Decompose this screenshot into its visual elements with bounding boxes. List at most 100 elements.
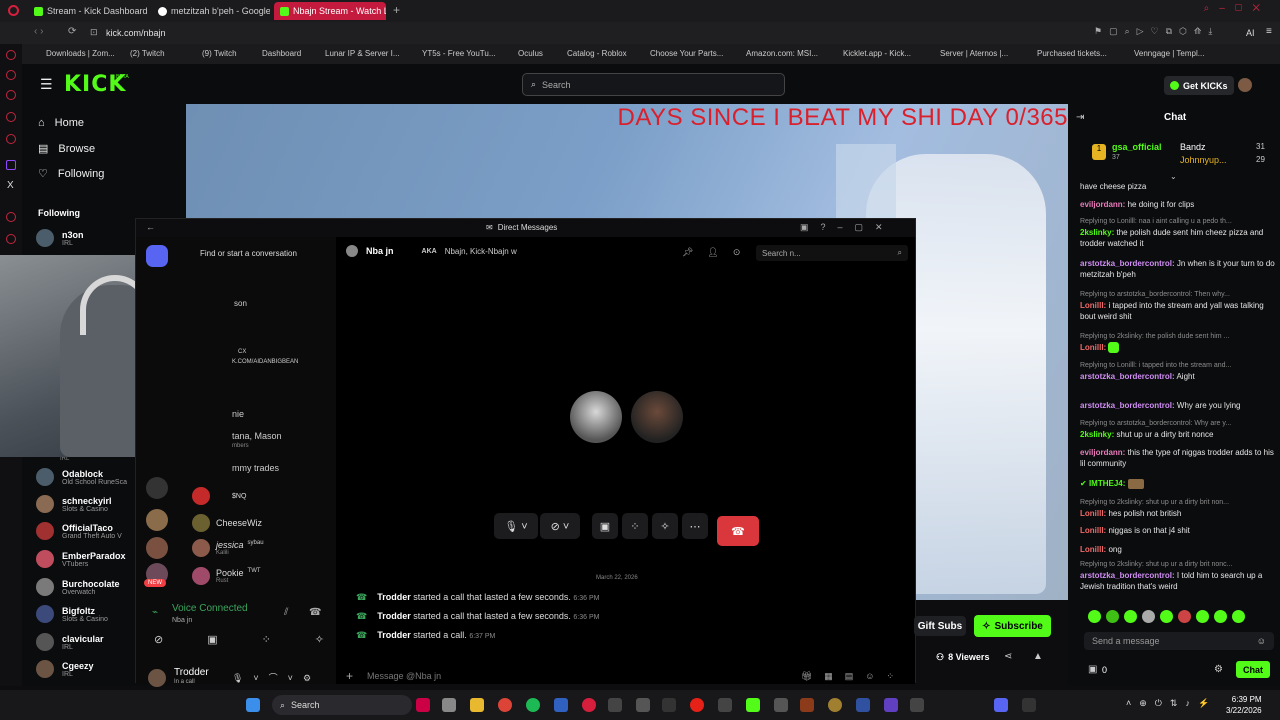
composer-icons[interactable]: 🎁︎▦▤☺⁘ <box>801 671 906 682</box>
following-item[interactable]: clavicular IRL <box>36 633 104 651</box>
bookmark-item[interactable]: Purchased tickets... <box>1037 49 1107 58</box>
app-icon[interactable] <box>442 698 456 712</box>
taskbar-search[interactable]: ⌕ Search <box>272 695 412 715</box>
dm-item[interactable]: Pookie TWT Rust <box>192 567 261 585</box>
emote-icon[interactable] <box>1232 610 1245 623</box>
dm-header-icons[interactable]: 📌︎👤︎⊙ <box>682 247 754 258</box>
emoji-icon[interactable]: ☺ <box>1257 636 1266 646</box>
following-item[interactable]: Odablock Old School RuneSca <box>36 468 127 486</box>
end-call-button[interactable]: ☎ <box>717 516 759 546</box>
youtube-icon[interactable] <box>690 698 704 712</box>
following-item[interactable]: Burchocolate Overwatch <box>36 578 120 596</box>
following-item[interactable]: n3on IRL <box>36 229 84 247</box>
kick-search-input[interactable]: ⌕ Search <box>522 73 785 96</box>
chat-username[interactable]: Lonilll: <box>1080 545 1106 554</box>
app-icon[interactable] <box>856 698 870 712</box>
dm-item[interactable]: CheeseWiz <box>192 514 262 532</box>
gift-subs-button[interactable]: Gift Subs <box>914 616 966 636</box>
tab-kick-dashboard[interactable]: Stream - Kick Dashboard <box>28 2 148 20</box>
chat-username[interactable]: 2kslinky: <box>1080 228 1114 237</box>
server-icon[interactable] <box>146 477 168 499</box>
add-attachment-icon[interactable]: + <box>346 669 353 683</box>
discord-window[interactable]: ← ✉ Direct Messages ▣?–▢✕ Find or start a… <box>135 218 916 687</box>
hamburger-menu-icon[interactable]: ☰ <box>40 76 53 93</box>
app-icon[interactable] <box>828 698 842 712</box>
app-icon[interactable] <box>800 698 814 712</box>
activities-icon[interactable]: ⁘ <box>262 633 271 651</box>
chat-username[interactable]: 2kslinky: <box>1080 430 1114 439</box>
chat-username[interactable]: Lonilll: <box>1080 509 1106 518</box>
more-options-button[interactable]: ⋯ <box>682 513 708 539</box>
disconnect-icon[interactable]: ☎ <box>309 607 321 618</box>
nav-home[interactable]: ⌂ Home <box>38 117 84 129</box>
new-tab-icon[interactable]: + <box>393 3 400 17</box>
emote-icon[interactable] <box>1160 610 1173 623</box>
chat-reply-context[interactable]: Replying to arstotzka_bordercontrol: The… <box>1080 289 1276 300</box>
app-icon[interactable] <box>608 698 622 712</box>
chat-username[interactable]: Lonilll: <box>1080 301 1106 310</box>
site-info-icon[interactable]: ⊡ <box>90 27 98 38</box>
expand-leaderboard-icon[interactable]: ⌄ <box>1170 172 1177 181</box>
app-icon[interactable] <box>910 698 924 712</box>
server-icon[interactable] <box>146 509 168 531</box>
screen-share-icon[interactable]: ▣ <box>207 633 217 651</box>
chat-username[interactable]: Lonilll: <box>1080 343 1106 352</box>
app-icon[interactable] <box>554 698 568 712</box>
discord-logo-icon[interactable] <box>146 245 168 267</box>
opera-gx-icon[interactable] <box>582 698 596 712</box>
bookmark-item[interactable]: (2) Twitch <box>130 49 165 58</box>
system-tray-icons[interactable]: ˄⊕⏻⇅♪⚡ <box>1126 698 1217 709</box>
back-arrow-icon[interactable]: ← <box>146 222 155 232</box>
rail-icon[interactable] <box>6 70 16 80</box>
emote-icon[interactable] <box>1106 610 1119 623</box>
emote-icon[interactable] <box>1196 610 1209 623</box>
chat-username[interactable]: arstotzka_bordercontrol: <box>1080 571 1175 580</box>
following-item[interactable]: schneckyirl Slots & Casino <box>36 495 112 513</box>
report-icon[interactable]: ▲ <box>1033 651 1043 662</box>
app-icon[interactable] <box>636 698 650 712</box>
share-icon[interactable]: ⋖ <box>1004 651 1012 662</box>
chrome-icon[interactable] <box>498 698 512 712</box>
chat-reply-context[interactable]: Replying to arstotzka_bordercontrol: Why… <box>1080 418 1276 429</box>
bookmark-item[interactable]: Oculus <box>518 49 543 58</box>
tab-nbajn-stream[interactable]: Nbajn Stream - Watch Live <box>274 2 386 20</box>
chat-input[interactable]: Send a message ☺ <box>1084 632 1274 650</box>
user-controls[interactable]: 🎙︎˅⌒˅⚙ <box>232 671 321 684</box>
bookmark-item[interactable]: YT5s - Free YouTu... <box>422 49 496 58</box>
twitch-icon[interactable] <box>6 160 16 170</box>
emote-bar[interactable] <box>1088 610 1280 624</box>
app-icon[interactable] <box>718 698 732 712</box>
dm-item[interactable]: $NQ <box>192 487 246 505</box>
dm-search-input[interactable]: Search n... ⌕ <box>756 245 908 261</box>
soundboard-icon[interactable]: ✧ <box>315 633 324 651</box>
mute-button[interactable]: 🎙︎ ˅ <box>494 513 538 539</box>
emote-icon[interactable] <box>1124 610 1137 623</box>
chat-reply-context[interactable]: Replying to 2kslinky: shut up ur a dirty… <box>1080 497 1276 508</box>
following-item[interactable]: Bigfoltz Slots & Casino <box>36 605 108 623</box>
server-icon[interactable] <box>146 537 168 559</box>
emote-icon[interactable] <box>1214 610 1227 623</box>
chat-send-button[interactable]: Chat <box>1236 661 1270 678</box>
app-icon[interactable] <box>884 698 898 712</box>
app-icon[interactable] <box>1022 698 1036 712</box>
get-kicks-button[interactable]: Get KICKs <box>1164 76 1234 95</box>
windows-start-icon[interactable] <box>246 698 260 712</box>
chat-username[interactable]: arstotzka_bordercontrol: <box>1080 372 1175 381</box>
following-item[interactable]: OfficialTaco Grand Theft Auto V <box>36 522 122 540</box>
rail-icon[interactable] <box>6 134 16 144</box>
rail-icon[interactable] <box>6 90 16 100</box>
noise-suppression-icon[interactable]: ⫽ <box>284 607 288 618</box>
browser-logo-icon[interactable] <box>8 5 19 16</box>
user-avatar[interactable] <box>1238 78 1252 92</box>
collapse-chat-icon[interactable]: ⇥ <box>1076 112 1084 123</box>
subscribe-button[interactable]: ✧ Subscribe <box>974 615 1051 637</box>
soundboard-button[interactable]: ✧ <box>652 513 678 539</box>
app-icon[interactable] <box>662 698 676 712</box>
kick-app-icon[interactable] <box>746 698 760 712</box>
bookmark-item[interactable]: Catalog - Roblox <box>567 49 627 58</box>
emote-icon[interactable] <box>1178 610 1191 623</box>
tab-google[interactable]: metzitzah b'peh - Google <box>152 2 270 20</box>
bookmark-item[interactable]: Lunar IP & Server I... <box>325 49 400 58</box>
rail-icon[interactable] <box>6 234 16 244</box>
chat-reply-context[interactable]: Replying to Lonilll: naa i aint calling … <box>1080 216 1276 227</box>
